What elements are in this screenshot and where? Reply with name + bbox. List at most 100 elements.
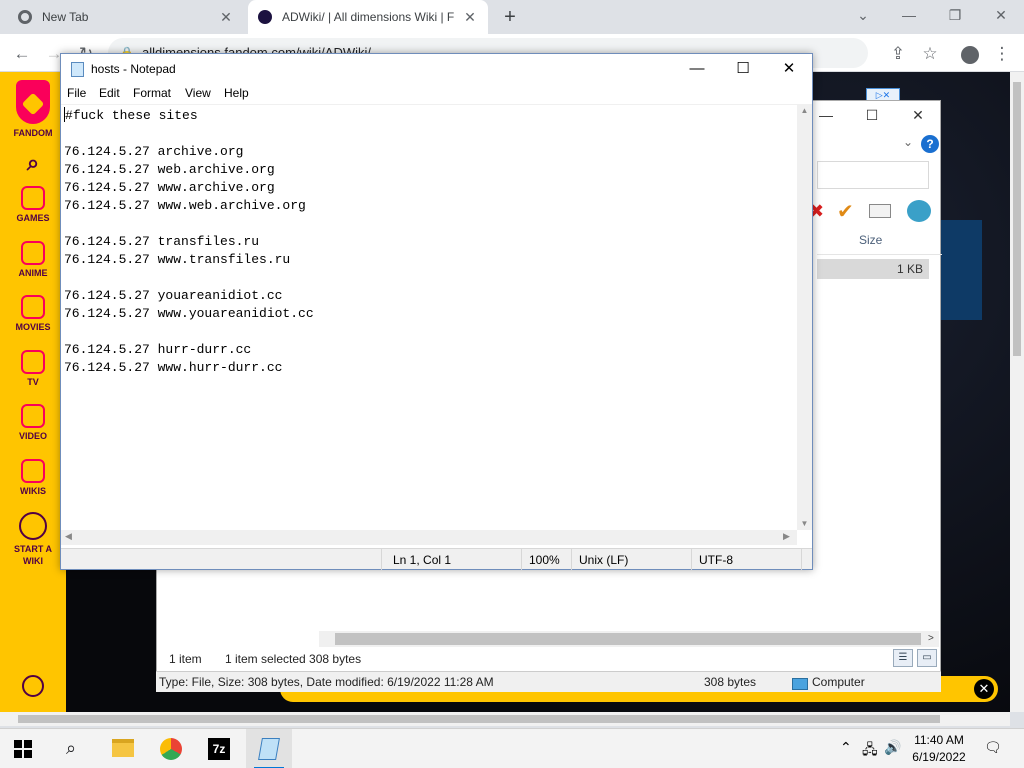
share-icon: ⇪ [890,44,906,63]
menu-button[interactable]: ⋮ [988,40,1016,68]
close-icon: ✕ [978,681,990,696]
help-icon[interactable]: ? [921,135,939,153]
notepad-icon [71,62,84,77]
notification-close-button[interactable]: ✕ [974,679,994,699]
explorer-search-box[interactable] [817,161,929,189]
taskbar: ⌕ 7z ⌃ 🖧 🔊 11:40 AM 6/19/2022 🗨 [0,728,1024,768]
close-icon[interactable]: ✕ [218,9,234,25]
7zip-icon: 7z [208,738,230,760]
menu-help[interactable]: Help [224,86,249,100]
taskbar-clock[interactable]: 11:40 AM 6/19/2022 [900,732,978,766]
back-button[interactable]: ← [8,40,36,68]
fandom-favicon [258,10,272,24]
clapperboard-icon [21,295,45,319]
scrollbar-thumb[interactable] [18,715,940,723]
fandom-sidebar: FANDOM ⌕ GAMES ANIME MOVIES TV VIDEO WIK… [0,72,66,712]
chrome-icon [18,10,32,24]
windows-icon [14,740,32,758]
status-encoding: UTF-8 [699,553,733,567]
arrow-left-icon: ← [13,44,31,63]
rail-item-start-wiki[interactable]: START A WIKI [0,512,66,567]
scroll-left-arrow[interactable]: ◀ [65,531,72,542]
share-button[interactable]: ⇪ [884,40,912,68]
tab-new-tab[interactable]: New Tab ✕ [8,0,244,34]
menu-format[interactable]: Format [133,86,171,100]
chevron-down-icon: ⌄ [857,7,869,23]
taskbar-notepad[interactable] [246,729,292,768]
chevron-up-icon[interactable]: ⌃ [840,739,852,756]
gamepad-icon [21,186,45,210]
notepad-vertical-scrollbar[interactable]: ▲ ▼ [797,104,812,530]
scrollbar-thumb[interactable] [335,633,921,645]
status-cursor-position: Ln 1, Col 1 [393,553,452,567]
tab-adwiki[interactable]: ADWiki/ | All dimensions Wiki | F ✕ [248,0,488,34]
column-header-size[interactable]: Size [817,225,942,255]
notepad-text-area[interactable]: #fuck these sites 76.124.5.27 archive.or… [61,104,797,530]
explorer-horizontal-scrollbar[interactable] [319,631,939,647]
close-window-button[interactable]: ✕ [978,0,1024,30]
scroll-down-arrow[interactable]: ▼ [797,519,812,528]
taskbar-file-explorer[interactable] [100,729,146,768]
user-circle-icon [22,675,44,697]
scroll-right-arrow[interactable]: ▶ [783,531,790,542]
scroll-up-arrow[interactable]: ▲ [797,106,812,115]
file-detail-location: Computer [812,675,865,689]
close-icon[interactable]: ✕ [462,9,478,25]
menu-edit[interactable]: Edit [99,86,120,100]
search-button[interactable]: ⌕ [0,150,66,176]
minimize-button[interactable]: — [886,0,932,30]
minimize-icon: — [902,7,916,23]
rail-item-games[interactable]: GAMES [0,186,66,223]
page-horizontal-scrollbar[interactable] [0,712,1010,726]
notepad-minimize-button[interactable]: — [674,54,720,84]
scrollbar-thumb[interactable] [1013,82,1021,356]
menu-view[interactable]: View [185,86,211,100]
notifications-icon[interactable]: 🗨 [984,739,1002,756]
profile-button[interactable] [956,40,984,68]
rail-item-video[interactable]: VIDEO [0,404,66,441]
close-icon: ✕ [995,7,1007,23]
chevron-down-icon[interactable]: ⌄ [903,135,913,149]
tab-search-button[interactable]: ⌄ [840,0,886,30]
menu-file[interactable]: File [67,86,86,100]
taskbar-7zip[interactable]: 7z [196,729,242,768]
text-prefix: # [65,108,73,123]
bookmark-button[interactable]: ☆ [916,40,944,68]
info-icon[interactable] [869,204,891,218]
rail-item-label: GAMES [16,213,50,223]
fandom-logo-link[interactable]: FANDOM [0,80,66,138]
file-detail-text: Type: File, Size: 308 bytes, Date modifi… [159,675,494,689]
text-content: fuck these sites 76.124.5.27 archive.org… [64,108,314,375]
clock-date: 6/19/2022 [912,750,966,764]
network-icon[interactable]: 🖧 [862,739,878,763]
file-row[interactable]: 1 KB [817,259,929,279]
restore-button[interactable]: ❐ [932,0,978,30]
large-icons-view-button[interactable]: ▭ [917,649,937,667]
scroll-right-arrow[interactable]: > [928,633,934,644]
book-icon [21,459,45,483]
rail-item-wikis[interactable]: WIKIS [0,459,66,496]
notepad-horizontal-scrollbar[interactable]: ◀ ▶ [61,530,797,545]
taskbar-chrome[interactable] [148,729,194,768]
volume-icon[interactable]: 🔊 [884,739,901,756]
fandom-logo-label: FANDOM [13,128,53,138]
notepad-titlebar[interactable]: hosts - Notepad — ☐ ✕ [61,54,812,84]
check-icon[interactable]: ✔ [837,199,854,224]
explorer-maximize-button[interactable]: ☐ [849,107,895,124]
page-vertical-scrollbar[interactable] [1010,72,1024,712]
fandom-logo-icon [16,80,50,124]
rail-item-movies[interactable]: MOVIES [0,295,66,332]
chrome-icon [160,738,182,760]
notepad-maximize-button[interactable]: ☐ [720,54,766,84]
details-view-button[interactable]: ☰ [893,649,913,667]
shell-icon[interactable] [907,200,931,222]
rail-item-tv[interactable]: TV [0,350,66,387]
notepad-close-button[interactable]: ✕ [766,54,812,84]
tv-icon [21,350,45,374]
new-tab-button[interactable]: + [496,0,524,34]
taskbar-search-button[interactable]: ⌕ [48,729,94,768]
rail-item-anime[interactable]: ANIME [0,241,66,278]
account-button[interactable] [0,675,66,700]
start-button[interactable] [0,729,46,768]
explorer-close-button[interactable]: ✕ [895,107,941,124]
